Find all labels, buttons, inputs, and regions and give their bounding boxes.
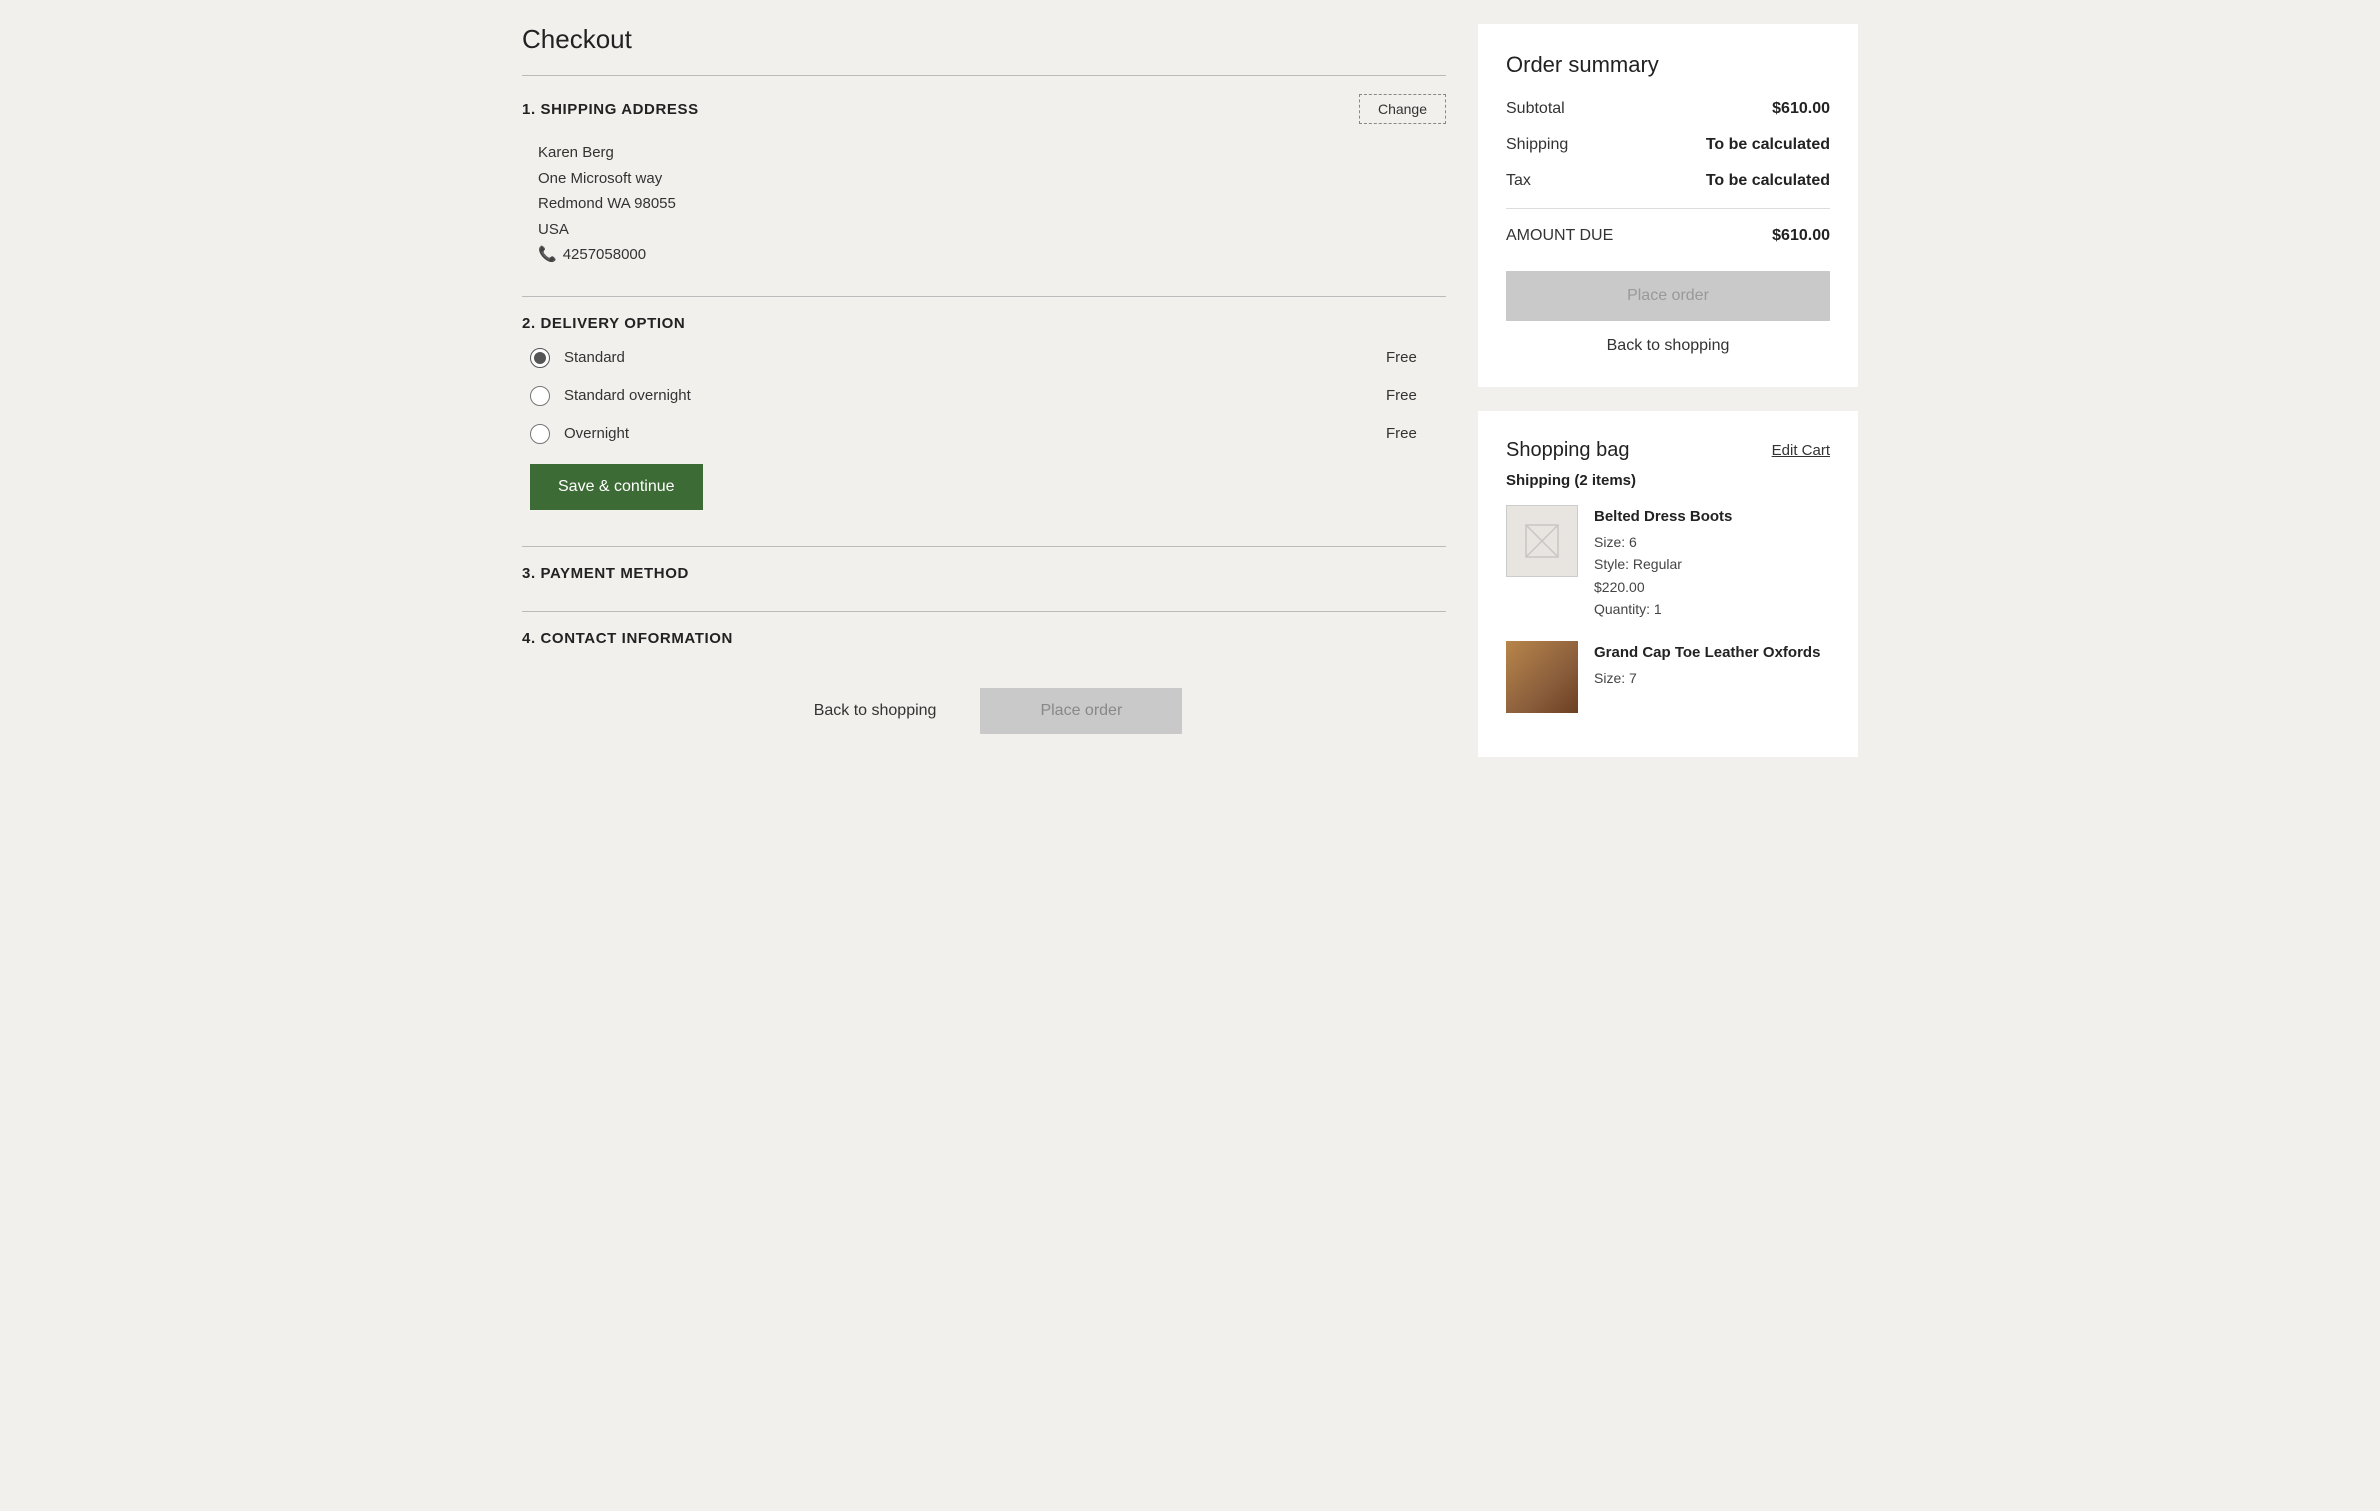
delivery-label-standard-overnight: Standard overnight [564, 387, 1372, 404]
place-order-bottom-button[interactable]: Place order [980, 688, 1182, 734]
delivery-price-standard: Free [1386, 349, 1446, 366]
shipping-section: 1. SHIPPING ADDRESS Change Karen Berg On… [522, 94, 1446, 268]
shipping-label-summary: Shipping [1506, 136, 1568, 154]
delivery-label-overnight: Overnight [564, 425, 1372, 442]
bag-item-image-1 [1506, 641, 1578, 713]
shopping-bag-card: Shopping bag Edit Cart Shipping (2 items… [1478, 411, 1858, 757]
tax-value: To be calculated [1706, 172, 1830, 190]
bag-item-details-1: Grand Cap Toe Leather Oxfords Size: 7 [1594, 641, 1830, 689]
address-street: One Microsoft way [538, 166, 1446, 192]
address-name: Karen Berg [538, 140, 1446, 166]
tax-label: Tax [1506, 172, 1531, 190]
address-city: Redmond WA 98055 [538, 191, 1446, 217]
summary-row-shipping: Shipping To be calculated [1506, 136, 1830, 154]
change-address-button[interactable]: Change [1359, 94, 1446, 124]
delivery-option-standard[interactable]: Standard Free [530, 348, 1446, 368]
bag-item-0: Belted Dress Boots Size: 6 Style: Regula… [1506, 505, 1830, 621]
save-continue-button[interactable]: Save & continue [530, 464, 703, 510]
order-summary-card: Order summary Subtotal $610.00 Shipping … [1478, 24, 1858, 387]
bag-item-price-0: $220.00 [1594, 576, 1830, 598]
bag-item-name-0: Belted Dress Boots [1594, 505, 1830, 529]
order-summary-title: Order summary [1506, 52, 1830, 78]
contact-section: 4. CONTACT INFORMATION [522, 630, 1446, 648]
delivery-header: 2. DELIVERY OPTION [522, 315, 1446, 332]
back-to-shopping-sidebar-button[interactable]: Back to shopping [1506, 337, 1830, 355]
shopping-bag-title: Shopping bag [1506, 439, 1629, 462]
contact-divider [522, 611, 1446, 612]
main-content: Checkout 1. SHIPPING ADDRESS Change Kare… [522, 24, 1446, 754]
address-phone: 📞 4257058000 [538, 242, 1446, 268]
delivery-price-standard-overnight: Free [1386, 387, 1446, 404]
place-order-sidebar-button[interactable]: Place order [1506, 271, 1830, 321]
page-title: Checkout [522, 24, 1446, 55]
bag-item-size-1: Size: 7 [1594, 667, 1830, 689]
delivery-section: 2. DELIVERY OPTION Standard Free Standar… [522, 315, 1446, 518]
subtotal-label: Subtotal [1506, 100, 1565, 118]
shipping-group-label: Shipping (2 items) [1506, 472, 1830, 489]
bag-item-image-0 [1506, 505, 1578, 577]
shipping-value: To be calculated [1706, 136, 1830, 154]
summary-row-amount-due: AMOUNT DUE $610.00 [1506, 208, 1830, 245]
shopping-bag-header: Shopping bag Edit Cart [1506, 439, 1830, 462]
delivery-option-standard-overnight[interactable]: Standard overnight Free [530, 386, 1446, 406]
payment-divider [522, 546, 1446, 547]
amount-due-label: AMOUNT DUE [1506, 227, 1613, 245]
delivery-radio-standard-overnight[interactable] [530, 386, 550, 406]
shipping-divider [522, 75, 1446, 76]
delivery-title: 2. DELIVERY OPTION [522, 315, 685, 332]
back-to-shopping-bottom-button[interactable]: Back to shopping [786, 688, 965, 734]
delivery-label-standard: Standard [564, 349, 1372, 366]
bag-item-qty-0: Quantity: 1 [1594, 598, 1830, 620]
contact-title: 4. CONTACT INFORMATION [522, 630, 733, 647]
edit-cart-button[interactable]: Edit Cart [1772, 442, 1830, 459]
payment-section: 3. PAYMENT METHOD [522, 565, 1446, 583]
bottom-actions: Back to shopping Place order [522, 688, 1446, 734]
delivery-radio-overnight[interactable] [530, 424, 550, 444]
address-country: USA [538, 217, 1446, 243]
bag-item-name-1: Grand Cap Toe Leather Oxfords [1594, 641, 1830, 665]
delivery-option-overnight[interactable]: Overnight Free [530, 424, 1446, 444]
bag-item-style-0: Style: Regular [1594, 553, 1830, 575]
summary-row-tax: Tax To be calculated [1506, 172, 1830, 190]
phone-icon: 📞 [538, 242, 557, 268]
delivery-price-overnight: Free [1386, 425, 1446, 442]
amount-due-value: $610.00 [1772, 227, 1830, 245]
shipping-title: 1. SHIPPING ADDRESS [522, 101, 699, 118]
subtotal-value: $610.00 [1772, 100, 1830, 118]
bag-item-size-0: Size: 6 [1594, 531, 1830, 553]
delivery-divider [522, 296, 1446, 297]
summary-row-subtotal: Subtotal $610.00 [1506, 100, 1830, 118]
delivery-options: Standard Free Standard overnight Free Ov… [530, 348, 1446, 444]
shipping-header: 1. SHIPPING ADDRESS Change [522, 94, 1446, 124]
address-block: Karen Berg One Microsoft way Redmond WA … [538, 140, 1446, 268]
sidebar: Order summary Subtotal $610.00 Shipping … [1478, 24, 1858, 757]
page-wrapper: Checkout 1. SHIPPING ADDRESS Change Kare… [490, 0, 1890, 781]
bag-item-1: Grand Cap Toe Leather Oxfords Size: 7 [1506, 641, 1830, 713]
payment-title: 3. PAYMENT METHOD [522, 565, 689, 582]
delivery-radio-standard[interactable] [530, 348, 550, 368]
bag-item-details-0: Belted Dress Boots Size: 6 Style: Regula… [1594, 505, 1830, 621]
